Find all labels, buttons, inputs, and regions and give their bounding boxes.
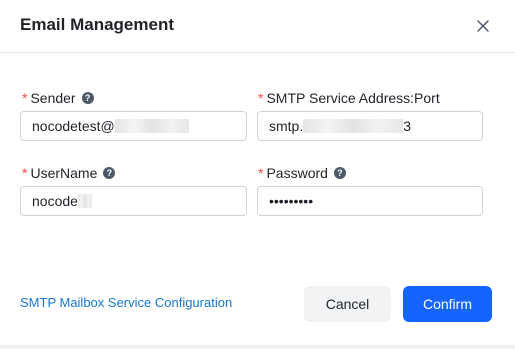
smtp-config-link[interactable]: SMTP Mailbox Service Configuration (20, 295, 232, 310)
dialog-title: Email Management (20, 15, 174, 34)
redacted-text (303, 118, 404, 133)
username-label-text: UserName (30, 165, 98, 181)
help-icon[interactable]: ? (103, 167, 116, 179)
sender-input[interactable]: nocodetest@ (20, 111, 247, 141)
redacted-text (114, 118, 189, 133)
sender-label-text: Sender (30, 90, 76, 106)
smtp-address-input[interactable]: smtp. 3 (257, 111, 483, 141)
sender-value: nocodetest@ (32, 118, 115, 134)
email-management-dialog: Email Management * Sender ? nocodetest@ … (0, 0, 515, 349)
required-mark: * (22, 165, 28, 181)
smtp-address-label-text: SMTP Service Address:Port (266, 90, 440, 106)
password-value: ••••••••• (269, 193, 314, 209)
required-mark: * (258, 165, 264, 181)
close-icon[interactable] (472, 15, 494, 37)
required-mark: * (22, 90, 28, 106)
help-icon[interactable]: ? (333, 167, 346, 179)
cancel-button[interactable]: Cancel (304, 286, 391, 322)
username-value: nocode (32, 193, 78, 209)
sender-label: * Sender ? (22, 89, 94, 107)
redacted-text (77, 193, 92, 208)
bottom-divider (0, 345, 515, 349)
username-input[interactable]: nocode (20, 186, 247, 216)
password-label-text: Password (266, 165, 328, 181)
confirm-button[interactable]: Confirm (403, 286, 492, 322)
smtp-address-label: * SMTP Service Address:Port (258, 89, 440, 107)
username-label: * UserName ? (22, 164, 116, 182)
password-input[interactable]: ••••••••• (257, 186, 483, 216)
dialog-header: Email Management (0, 0, 515, 53)
password-label: * Password ? (258, 164, 346, 182)
smtp-address-value-suffix: 3 (403, 118, 412, 134)
help-icon[interactable]: ? (81, 92, 94, 104)
required-mark: * (258, 90, 264, 106)
smtp-address-value-prefix: smtp. (269, 118, 304, 134)
